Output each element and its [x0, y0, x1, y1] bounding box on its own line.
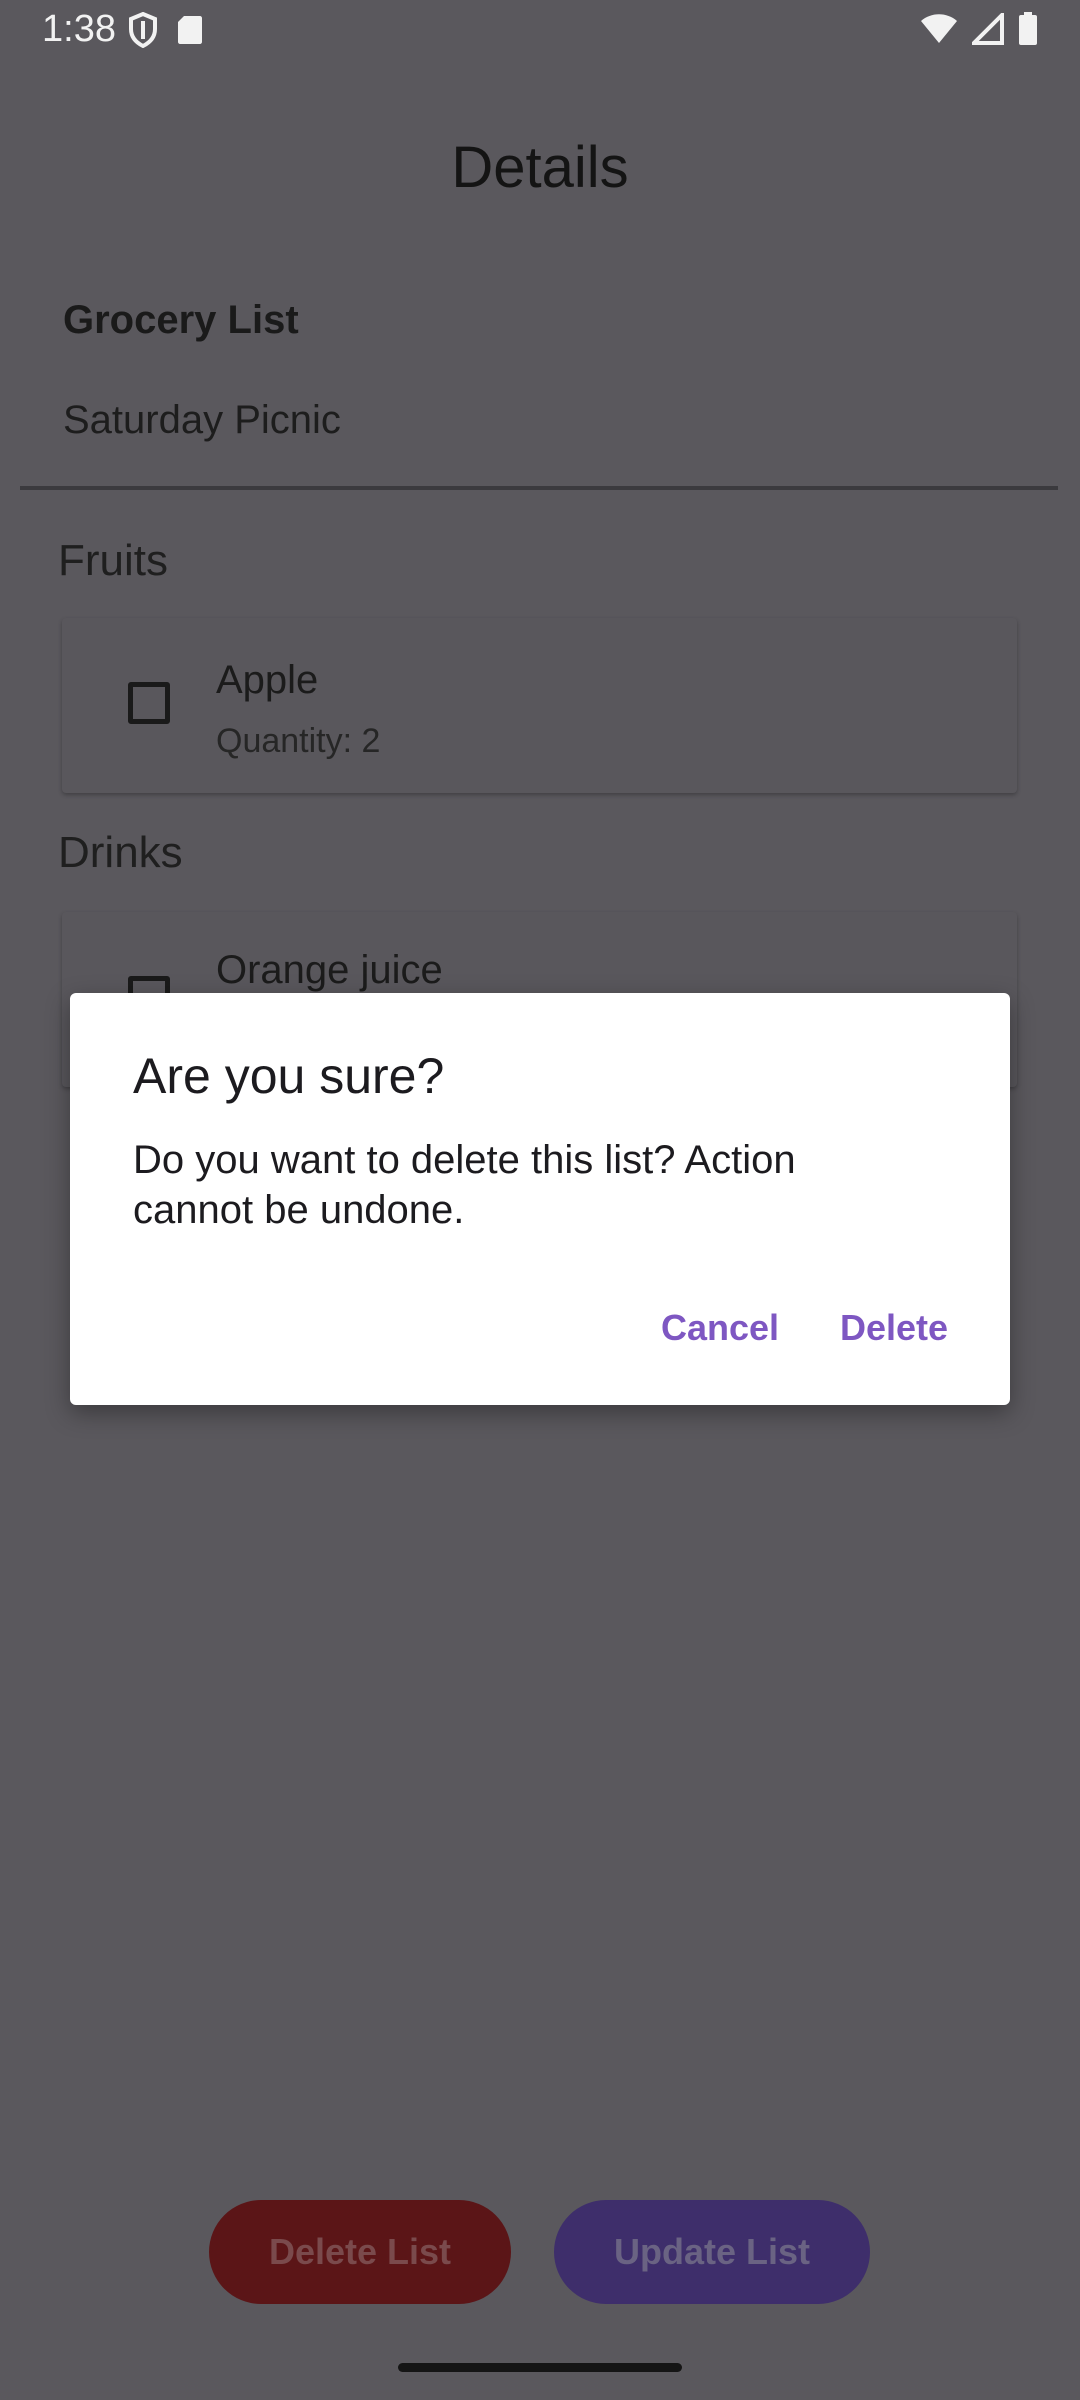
- battery-icon: [1018, 12, 1038, 46]
- list-name-label: Grocery List: [63, 298, 299, 342]
- item-name: Apple: [216, 658, 319, 702]
- category-title: Fruits: [58, 536, 168, 585]
- dialog-title: Are you sure?: [133, 1048, 445, 1104]
- dialog-message: Do you want to delete this list? Action …: [133, 1138, 796, 1232]
- app-screen: 1:38 Details Grocery List Saturday Picni…: [0, 0, 1080, 2400]
- delete-list-button[interactable]: Delete List: [209, 2200, 511, 2304]
- list-name-field[interactable]: Saturday Picnic: [63, 398, 341, 443]
- confirm-delete-button[interactable]: Delete: [840, 1307, 948, 1349]
- update-list-button[interactable]: Update List: [554, 2200, 870, 2304]
- status-left-icons: [128, 12, 204, 48]
- list-item[interactable]: Apple Quantity: 2: [62, 618, 1017, 793]
- sd-card-icon: [176, 14, 204, 46]
- status-time: 1:38: [42, 8, 116, 50]
- shield-icon: [128, 12, 158, 48]
- cancel-button[interactable]: Cancel: [661, 1307, 779, 1349]
- status-bar: 1:38: [0, 0, 1080, 64]
- home-indicator[interactable]: [398, 2363, 682, 2372]
- item-quantity: Quantity: 2: [216, 722, 381, 760]
- page-title: Details: [451, 135, 629, 200]
- list-name-underline: [20, 486, 1058, 490]
- category-title: Drinks: [58, 828, 183, 877]
- wifi-icon: [920, 13, 958, 45]
- item-checkbox[interactable]: [128, 682, 170, 724]
- confirm-delete-dialog: Are you sure? Do you want to delete this…: [70, 993, 1010, 1405]
- item-name: Orange juice: [216, 948, 443, 992]
- status-right-icons: [920, 12, 1038, 46]
- signal-icon: [972, 13, 1004, 45]
